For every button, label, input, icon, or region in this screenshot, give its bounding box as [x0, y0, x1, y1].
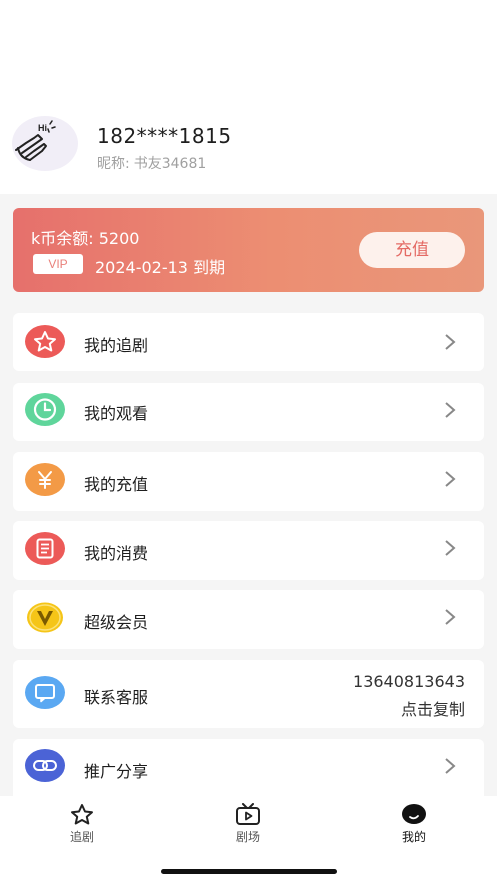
tab-follow[interactable]: 追剧 [32, 796, 132, 856]
coin-balance: k币余额: 5200 [31, 229, 140, 248]
link-icon [25, 749, 65, 782]
chevron-right-icon [445, 334, 456, 350]
chevron-right-icon [445, 471, 456, 487]
yen-icon [25, 463, 65, 496]
tab-mine[interactable]: 我的 [364, 796, 464, 856]
menu-label: 超级会员 [84, 613, 149, 632]
waving-hand-hi-icon: Hi [15, 120, 56, 161]
svg-text:Hi: Hi [38, 123, 47, 133]
v-badge-icon [25, 601, 65, 634]
chevron-right-icon [445, 758, 456, 774]
tab-label: 我的 [401, 830, 426, 844]
menu-item-promote-share[interactable]: 推广分享 [13, 739, 484, 796]
menu-label: 我的充值 [84, 475, 149, 494]
menu-item-contact-service[interactable]: 联系客服 13640813643 点击复制 [13, 660, 484, 728]
copy-phone-button[interactable]: 点击复制 [401, 696, 465, 720]
tab-label: 追剧 [69, 830, 94, 844]
star-icon [25, 325, 65, 358]
service-phone-number: 13640813643 [353, 672, 465, 691]
receipt-icon [25, 532, 65, 565]
menu-label: 我的追剧 [84, 336, 149, 355]
menu-item-my-spending[interactable]: 我的消费 [13, 521, 484, 580]
profile-smile-icon [402, 804, 426, 824]
vip-expire-date: 2024-02-13 到期 [95, 258, 226, 277]
nickname-value: 书友34681 [133, 156, 207, 172]
vip-balance-card: k币余额: 5200 VIP 2024-02-13 到期 充值 [13, 208, 484, 292]
tab-theater[interactable]: 剧场 [198, 796, 298, 856]
chevron-right-icon [445, 540, 456, 556]
nickname-label: 昵称: [97, 156, 130, 172]
profile-header: Hi 182****1815 昵称: 书友34681 [0, 0, 497, 194]
star-outline-icon [71, 804, 93, 825]
menu-item-my-follows[interactable]: 我的追剧 [13, 313, 484, 371]
chat-icon [25, 676, 65, 709]
avatar[interactable]: Hi [12, 116, 78, 171]
menu-label: 推广分享 [84, 762, 149, 781]
menu-label: 我的观看 [84, 404, 149, 423]
menu-item-my-history[interactable]: 我的观看 [13, 383, 484, 441]
chevron-right-icon [445, 609, 456, 625]
tab-label: 剧场 [235, 830, 260, 844]
menu-item-my-recharge[interactable]: 我的充值 [13, 452, 484, 511]
vip-badge: VIP [33, 254, 83, 274]
tv-play-icon [236, 803, 260, 825]
menu-label: 我的消费 [84, 544, 149, 563]
user-nickname: 昵称: 书友34681 [97, 153, 210, 173]
menu-label: 联系客服 [84, 688, 149, 707]
menu-item-super-member[interactable]: 超级会员 [13, 590, 484, 649]
home-indicator [161, 869, 337, 874]
clock-icon [25, 393, 65, 426]
chevron-right-icon [445, 402, 456, 418]
user-phone: 182****1815 [97, 124, 232, 148]
recharge-button[interactable]: 充值 [359, 232, 465, 268]
